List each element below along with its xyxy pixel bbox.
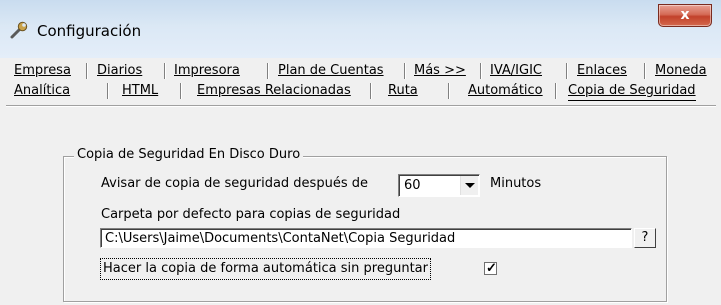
- notify-minutes-value: 60: [404, 178, 421, 193]
- tab-empresas-relacionadas[interactable]: Empresas Relacionadas: [197, 82, 351, 100]
- title-bar: Configuración x: [0, 0, 721, 58]
- tab-mas[interactable]: Más >>: [414, 62, 466, 80]
- minutes-unit-label: Minutos: [490, 176, 542, 191]
- close-icon: x: [680, 7, 690, 23]
- tab-plan-de-cuentas[interactable]: Plan de Cuentas: [278, 62, 384, 80]
- auto-backup-checkbox[interactable]: ✓: [484, 260, 497, 275]
- tab-html[interactable]: HTML: [122, 82, 158, 100]
- auto-backup-label[interactable]: Hacer la copia de forma automática sin p…: [100, 258, 431, 280]
- folder-label: Carpeta por defecto para copias de segur…: [101, 207, 401, 222]
- close-button[interactable]: x: [658, 4, 712, 27]
- tab-enlaces[interactable]: Enlaces: [577, 62, 627, 80]
- browse-folder-button[interactable]: ?: [634, 228, 656, 248]
- tab-iva-igic[interactable]: IVA/IGIC: [490, 62, 542, 80]
- checkmark-icon: ✓: [486, 260, 497, 275]
- tab-separator-line: [6, 105, 716, 106]
- tab-moneda[interactable]: Moneda: [655, 62, 707, 80]
- tab-ruta[interactable]: Ruta: [388, 82, 418, 100]
- tab-empresa[interactable]: Empresa: [14, 62, 71, 80]
- notify-minutes-select[interactable]: 60: [398, 174, 480, 197]
- tab-diarios[interactable]: Diarios: [97, 62, 142, 80]
- groupbox-legend: Copia de Seguridad En Disco Duro: [74, 147, 304, 162]
- tab-impresora[interactable]: Impresora: [174, 62, 240, 80]
- tab-copia-de-seguridad[interactable]: Copia de Seguridad: [568, 82, 696, 101]
- window-title: Configuración: [37, 22, 142, 40]
- chevron-down-icon: [465, 183, 475, 188]
- wrench-icon: [9, 20, 29, 40]
- tab-automatico[interactable]: Automático: [468, 82, 543, 100]
- backup-folder-field[interactable]: C:\Users\Jaime\Documents\ContaNet\Copia …: [100, 228, 632, 248]
- dropdown-button[interactable]: [460, 176, 478, 195]
- notify-label: Avisar de copia de seguridad después de: [101, 176, 368, 191]
- tab-analitica[interactable]: Analítica: [14, 82, 70, 100]
